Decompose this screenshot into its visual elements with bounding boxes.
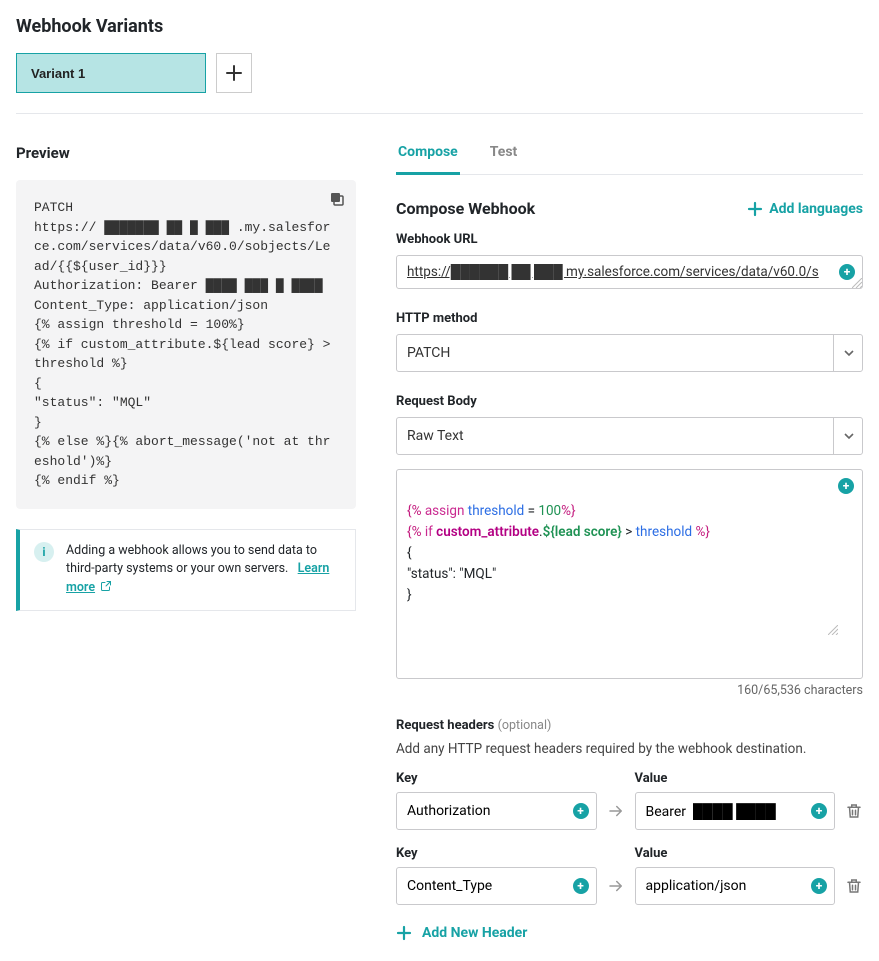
code-token: assign [425, 503, 465, 519]
code-token: threshold [636, 524, 692, 540]
compose-title: Compose Webhook [396, 199, 535, 218]
optional-text: (optional) [498, 718, 552, 733]
code-token: "status": "MQL" [407, 566, 496, 582]
header-key-label: Key [396, 846, 597, 861]
http-method-label: HTTP method [396, 311, 863, 326]
code-token: 100 [538, 503, 561, 519]
add-personalization-icon[interactable]: + [811, 878, 827, 894]
add-personalization-icon[interactable]: + [838, 478, 854, 494]
variants-row: Variant 1 [16, 53, 863, 93]
request-headers-label: Request headers (optional) [396, 718, 863, 733]
delete-header-button[interactable] [845, 877, 863, 905]
code-token: {% [407, 524, 425, 540]
add-variant-button[interactable] [216, 53, 252, 93]
header-key-input[interactable] [396, 867, 597, 905]
add-personalization-icon[interactable]: + [839, 264, 855, 280]
arrow-right-icon [607, 877, 625, 905]
code-token: %} [695, 524, 709, 540]
code-token: ${lead score} [543, 524, 622, 540]
code-token: { [407, 545, 412, 561]
http-method-select[interactable]: PATCH [396, 334, 863, 372]
header-value-input[interactable] [635, 867, 836, 905]
page-title: Webhook Variants [16, 16, 863, 37]
plus-icon [226, 65, 242, 81]
code-token: %} [561, 503, 575, 519]
request-headers-subtext: Add any HTTP request headers required by… [396, 741, 863, 757]
add-personalization-icon[interactable]: + [811, 803, 827, 819]
webhook-url-input[interactable] [396, 255, 863, 289]
code-token: {% [407, 503, 425, 519]
preview-text: PATCH https:// ███████ ██ █ ███ .my.sale… [34, 198, 338, 491]
request-body-label: Request Body [396, 394, 863, 409]
info-icon: i [34, 542, 54, 562]
add-personalization-icon[interactable]: + [573, 878, 589, 894]
code-token: custom_attribute [436, 524, 539, 540]
info-text: Adding a webhook allows you to send data… [66, 543, 317, 577]
header-row: Key + Value + [396, 771, 863, 830]
add-header-button[interactable]: Add New Header [396, 921, 527, 941]
tabs: Compose Test [396, 144, 863, 175]
tab-compose[interactable]: Compose [396, 144, 460, 175]
webhook-url-label: Webhook URL [396, 232, 863, 247]
add-personalization-icon[interactable]: + [573, 803, 589, 819]
char-count: 160/65,536 characters [396, 683, 863, 698]
add-languages-label: Add languages [769, 201, 863, 217]
arrow-right-icon [607, 802, 625, 830]
header-key-label: Key [396, 771, 597, 786]
code-token: = [524, 503, 538, 519]
header-key-input[interactable] [396, 792, 597, 830]
request-body-type-select[interactable]: Raw Text [396, 417, 863, 455]
divider [16, 113, 863, 114]
info-callout: i Adding a webhook allows you to send da… [16, 529, 356, 611]
code-token: } [407, 587, 412, 603]
resize-handle-icon [828, 584, 862, 678]
external-link-icon [97, 580, 112, 595]
header-value-label: Value [635, 846, 836, 861]
copy-icon[interactable] [328, 190, 346, 208]
tab-test[interactable]: Test [488, 144, 520, 175]
add-header-label: Add New Header [422, 925, 527, 941]
header-value-label: Value [635, 771, 836, 786]
code-token: > [622, 524, 636, 540]
code-token: if [425, 524, 433, 540]
add-languages-button[interactable]: Add languages [747, 201, 863, 217]
preview-heading: Preview [16, 144, 356, 162]
code-token: threshold [468, 503, 524, 519]
request-headers-label-text: Request headers [396, 718, 494, 733]
header-row: Key + Value + [396, 846, 863, 905]
delete-header-button[interactable] [845, 802, 863, 830]
request-body-editor[interactable]: {% assign threshold = 100%} {% if custom… [396, 469, 863, 679]
header-value-input[interactable] [635, 792, 836, 830]
variant-tab-1[interactable]: Variant 1 [16, 53, 206, 93]
preview-box: PATCH https:// ███████ ██ █ ███ .my.sale… [16, 180, 356, 509]
plus-icon [747, 201, 763, 217]
plus-icon [396, 925, 412, 941]
